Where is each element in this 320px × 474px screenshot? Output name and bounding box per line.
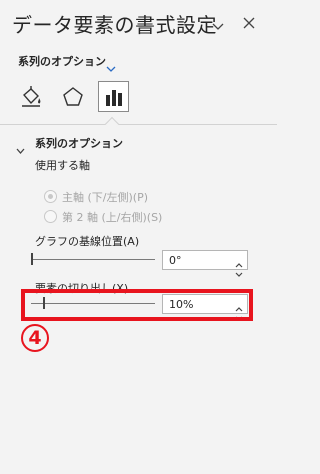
axis-label: 使用する軸 — [35, 159, 90, 172]
close-icon[interactable] — [243, 14, 255, 33]
slider-track — [31, 259, 155, 260]
section-title[interactable]: 系列のオプション — [35, 135, 123, 151]
secondary-axis-radio[interactable] — [44, 210, 57, 223]
first-slice-angle-spinner[interactable]: 0° — [162, 250, 248, 277]
secondary-axis-label: 第 2 軸 (上/右側)(S) — [62, 211, 163, 224]
slider-thumb[interactable] — [31, 253, 33, 265]
primary-axis-radio[interactable] — [44, 190, 57, 203]
tab-pointer — [104, 116, 120, 132]
tab-effects[interactable] — [57, 81, 88, 112]
highlight-box — [21, 289, 253, 321]
chevron-down-icon[interactable] — [16, 139, 25, 158]
series-options-dropdown[interactable]: 系列のオプション — [18, 53, 106, 69]
chevron-down-icon[interactable] — [106, 57, 116, 76]
pane-title: データ要素の書式設定 — [12, 13, 217, 37]
divider — [0, 124, 277, 125]
chevron-down-icon[interactable] — [235, 262, 243, 281]
first-slice-angle-label: グラフの基線位置(A) — [35, 235, 140, 248]
step-number-badge: 4 — [21, 324, 49, 352]
tab-fill-line[interactable] — [15, 81, 46, 112]
primary-axis-label: 主軸 (下/左側)(P) — [62, 191, 149, 204]
chevron-down-icon[interactable] — [212, 16, 224, 35]
spinner-value[interactable]: 0° — [169, 254, 182, 267]
format-data-point-pane: データ要素の書式設定 系列のオプション 系列のオプション 使用する軸 主軸 (下… — [0, 0, 277, 474]
first-slice-angle-slider[interactable] — [31, 253, 155, 265]
tab-series-options[interactable] — [98, 81, 129, 112]
